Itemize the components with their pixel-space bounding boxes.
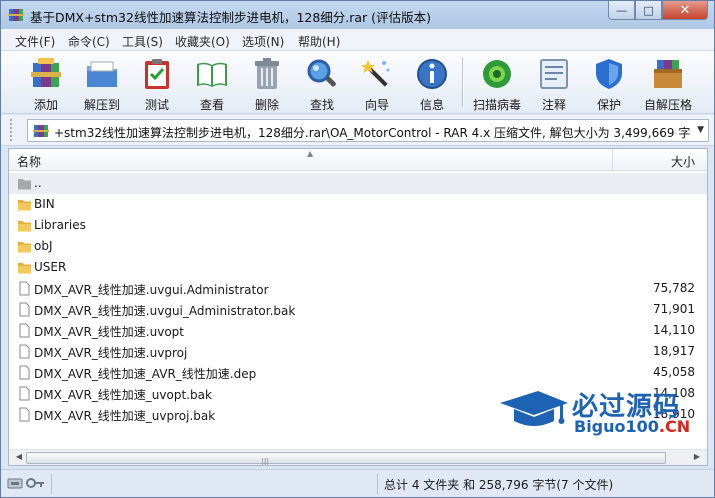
file-icon: [19, 386, 30, 401]
winrar-window: 基于DMX+stm32线性加速算法控制步进电机，128细分.rar (评估版本)…: [0, 0, 715, 498]
file-icon: [19, 365, 30, 380]
menu-options[interactable]: 选项(N): [242, 33, 284, 50]
list-item[interactable]: DMX_AVR_线性加速.uvgui.Administrator 75,782: [9, 278, 707, 299]
folder-up-icon: [18, 179, 31, 190]
info-button[interactable]: 信息: [406, 55, 458, 112]
status-bar: 总计 4 文件夹 和 258,796 字节(7 个文件): [1, 469, 714, 497]
sfx-box-icon: [654, 60, 682, 88]
view-button[interactable]: 查看: [186, 55, 238, 112]
close-button[interactable]: ✕: [662, 1, 708, 20]
menu-help[interactable]: 帮助(H): [298, 33, 340, 50]
address-bar: +stm32线性加速算法控制步进电机，128细分.rar\OA_MotorCon…: [1, 115, 714, 146]
wizard-button[interactable]: 向导: [351, 55, 403, 112]
scroll-left-icon[interactable]: ◀: [12, 452, 26, 464]
list-item[interactable]: USER: [9, 257, 707, 278]
file-icon: [19, 281, 30, 296]
folder-icon: [18, 221, 31, 232]
file-icon: [19, 407, 30, 422]
clipboard-check-icon: [145, 59, 169, 89]
graduation-cap-logo: [500, 391, 568, 426]
window-title: 基于DMX+stm32线性加速算法控制步进电机，128细分.rar (评估版本): [30, 10, 431, 25]
virus-scan-icon: [483, 60, 511, 88]
horizontal-scrollbar[interactable]: ◀ ||| ▶: [9, 449, 707, 466]
shield-icon: [596, 59, 622, 89]
add-button[interactable]: 添加: [20, 55, 72, 112]
column-size[interactable]: 大小: [671, 153, 695, 170]
virus-scan-button[interactable]: 扫描病毒: [471, 55, 523, 112]
folder-icon: [18, 200, 31, 211]
grip-icon: |||: [261, 457, 270, 466]
watermark-subtitle: Biguo100.CN: [574, 417, 691, 436]
sort-ascending-icon: ▲: [307, 149, 314, 158]
window-controls: — □ ✕: [608, 1, 708, 20]
open-book-icon: [197, 62, 227, 87]
menu-bar: 文件(F) 命令(C) 工具(S) 收藏夹(O) 选项(N) 帮助(H): [1, 29, 714, 51]
file-icon: [19, 323, 30, 338]
list-item[interactable]: BIN: [9, 194, 707, 215]
folder-extract-icon: [87, 61, 117, 87]
list-item[interactable]: Libraries: [9, 215, 707, 236]
folder-icon: [18, 242, 31, 253]
status-separator: [377, 474, 378, 494]
toolbar-separator: [462, 57, 463, 107]
drive-key-icon[interactable]: [7, 476, 45, 490]
info-icon: [417, 59, 447, 89]
menu-tools[interactable]: 工具(S): [122, 33, 163, 50]
chevron-down-icon[interactable]: ▼: [697, 125, 704, 135]
winrar-app-icon: [8, 9, 24, 21]
magic-wand-icon: [361, 60, 390, 87]
list-item[interactable]: DMX_AVR_线性加速.uvproj 18,917: [9, 341, 707, 362]
folder-icon: [18, 263, 31, 274]
find-button[interactable]: 查找: [296, 55, 348, 112]
comment-button[interactable]: 注释: [528, 55, 580, 112]
magnifier-icon: [307, 59, 336, 87]
scroll-right-icon[interactable]: ▶: [690, 452, 704, 464]
column-name[interactable]: 名称: [17, 153, 41, 170]
toolbar-grip: [10, 119, 20, 141]
menu-favorites[interactable]: 收藏夹(O): [175, 33, 230, 50]
protect-button[interactable]: 保护: [583, 55, 635, 112]
file-icon: [19, 344, 30, 359]
status-separator: [51, 474, 52, 494]
maximize-button[interactable]: □: [635, 1, 662, 20]
archive-icon: [33, 125, 49, 137]
menu-file[interactable]: 文件(F): [15, 33, 55, 50]
list-header: ▲ 名称 大小: [9, 149, 707, 171]
watermark: 必过源码 Biguo100.CN: [498, 385, 708, 440]
column-divider[interactable]: [612, 149, 613, 171]
toolbar: 添加 解压到 测试 查看 删除 查找 向导 信息 扫描病毒 注释 保护 自解压格: [1, 51, 714, 114]
menu-commands[interactable]: 命令(C): [68, 33, 110, 50]
sfx-button[interactable]: 自解压格: [642, 55, 694, 112]
trash-icon: [255, 58, 279, 89]
delete-button[interactable]: 删除: [241, 55, 293, 112]
list-item[interactable]: DMX_AVR_线性加速.uvopt 14,110: [9, 320, 707, 341]
test-button[interactable]: 测试: [131, 55, 183, 112]
list-item-parent[interactable]: ..: [9, 173, 707, 194]
books-add-icon: [31, 58, 61, 87]
title-bar[interactable]: 基于DMX+stm32线性加速算法控制步进电机，128细分.rar (评估版本)…: [1, 1, 714, 29]
file-icon: [19, 302, 30, 317]
status-summary: 总计 4 文件夹 和 258,796 字节(7 个文件): [384, 478, 614, 492]
list-item[interactable]: obJ: [9, 236, 707, 257]
address-path: +stm32线性加速算法控制步进电机，128细分.rar\OA_MotorCon…: [54, 126, 690, 140]
scrollbar-thumb[interactable]: |||: [26, 452, 666, 466]
comment-icon: [540, 59, 568, 89]
list-item[interactable]: DMX_AVR_线性加速_AVR_线性加速.dep 45,058: [9, 362, 707, 383]
address-field[interactable]: +stm32线性加速算法控制步进电机，128细分.rar\OA_MotorCon…: [27, 119, 709, 142]
minimize-button[interactable]: —: [608, 1, 635, 20]
list-item[interactable]: DMX_AVR_线性加速.uvgui_Administrator.bak 71,…: [9, 299, 707, 320]
extract-to-button[interactable]: 解压到: [76, 55, 128, 112]
